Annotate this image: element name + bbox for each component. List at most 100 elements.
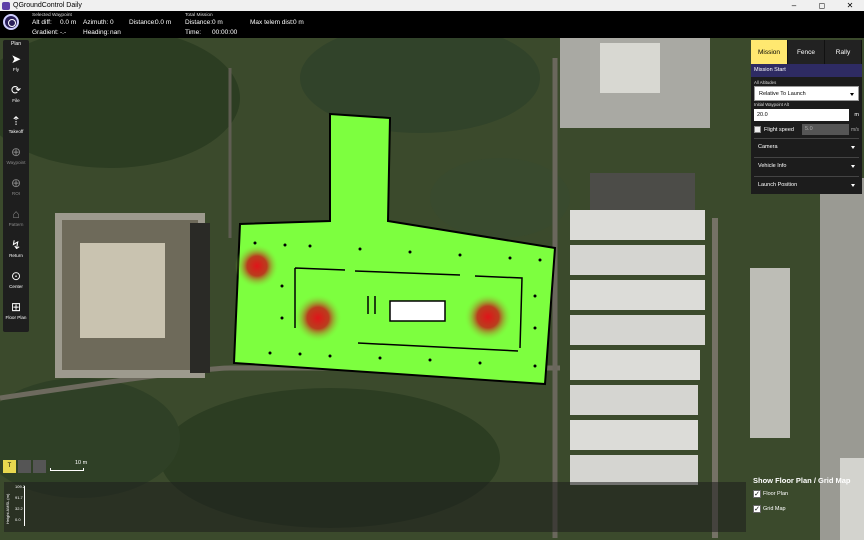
- plus-circle-icon: ⊕: [10, 145, 22, 159]
- tool-waypoint[interactable]: ⊕ Waypoint: [3, 142, 29, 172]
- flight-speed-field[interactable]: 5.0: [802, 124, 849, 135]
- building-left-core: [80, 243, 165, 338]
- toolstrip-header: Plan: [10, 41, 21, 47]
- altitude-tick: 32.2: [15, 506, 23, 511]
- tool-fly[interactable]: ➤ Fly: [3, 49, 29, 79]
- pattern-icon: ⌂: [12, 207, 20, 221]
- tab-mission[interactable]: Mission: [751, 40, 788, 64]
- crosshair-icon: ⊙: [10, 269, 22, 283]
- takeoff-icon: ⇡: [10, 114, 22, 128]
- gradient-label: Gradient:: [32, 29, 59, 36]
- top-toolbar: Selected Waypoint Alt diff: 0.0 m Azimut…: [0, 11, 864, 38]
- floor-plan-option-label: Floor Plan: [763, 491, 789, 497]
- building-top-right-roof: [600, 43, 660, 93]
- building-far-right-lower: [840, 458, 864, 540]
- distance-value: 0.0 m: [155, 19, 172, 26]
- tool-label: Floor Plan: [5, 315, 27, 320]
- tool-roi[interactable]: ⊕ ROI: [3, 173, 29, 203]
- azimuth-label: Azimuth:: [83, 19, 109, 26]
- roi-icon: ⊕: [10, 176, 22, 190]
- map-view[interactable]: [0, 38, 864, 540]
- maximize-button[interactable]: ◻: [808, 0, 836, 11]
- heat-hotspot: [235, 244, 279, 288]
- close-button[interactable]: ✕: [836, 0, 864, 11]
- initial-waypoint-alt-field[interactable]: 20.0: [754, 108, 849, 121]
- time-value: 00:00:00: [212, 29, 238, 36]
- grid-map-option-label: Grid Map: [763, 506, 786, 512]
- return-icon: ↯: [10, 238, 22, 252]
- tool-takeoff[interactable]: ⇡ Takeoff: [3, 111, 29, 141]
- time-label: Time:: [185, 29, 202, 36]
- total-distance-value: 0 m: [212, 19, 223, 26]
- alt-diff-label: Alt diff:: [32, 19, 52, 26]
- azimuth-value: 0: [110, 19, 114, 26]
- qgc-app-icon: [2, 1, 10, 10]
- altitude-graph: Height AMSL (m) 109.2 91.7 32.2 0.0: [4, 482, 746, 532]
- minimize-button[interactable]: –: [780, 0, 808, 11]
- tree-cluster: [430, 158, 570, 238]
- max-telem-label: Max telem dist:: [250, 19, 294, 26]
- tool-label: Fly: [12, 67, 20, 72]
- building-right-edge: [750, 268, 790, 438]
- paper-plane-icon: ➤: [10, 52, 22, 66]
- tool-return[interactable]: ↯ Return: [3, 235, 29, 265]
- tool-label: Pattern: [8, 222, 24, 227]
- zoom-button[interactable]: [33, 460, 46, 473]
- tool-center[interactable]: ⊙ Center: [3, 266, 29, 296]
- qgc-logo-button[interactable]: [3, 14, 19, 30]
- heat-hotspot: [464, 293, 512, 341]
- floor-plan-option[interactable]: ✓ Floor Plan: [753, 490, 788, 498]
- grid-map-checkbox[interactable]: ✓: [753, 505, 761, 513]
- initial-waypoint-alt-label: Initial Waypoint Alt: [754, 102, 789, 107]
- building-shadow: [190, 223, 210, 373]
- selected-waypoint-header: Selected Waypoint: [32, 13, 72, 18]
- tool-label: Center: [9, 284, 23, 289]
- tool-label: File: [12, 98, 20, 103]
- heading-label: Heading:: [83, 29, 110, 36]
- parking-lot: [590, 173, 695, 213]
- mission-start-header[interactable]: Mission Start: [751, 64, 862, 77]
- grid-map-option[interactable]: ✓ Grid Map: [753, 505, 786, 513]
- zoom-button[interactable]: [18, 460, 31, 473]
- tab-rally[interactable]: Rally: [825, 40, 862, 64]
- vehicle-info-section[interactable]: Vehicle Info: [754, 157, 859, 174]
- mission-panel: Mission Fence Rally Mission Start All Al…: [751, 40, 862, 194]
- altitude-tick: 109.2: [15, 484, 26, 489]
- floor-plan-room: [389, 300, 446, 322]
- altitude-tick: 91.7: [15, 495, 23, 500]
- window-title: QGroundControl Daily: [13, 2, 82, 9]
- sync-icon: ⟳: [10, 83, 22, 97]
- altitude-axis-title: Height AMSL (m): [5, 493, 10, 524]
- total-mission-header: Total Mission: [185, 13, 213, 18]
- max-telem-value: 0 m: [293, 19, 304, 26]
- terrain-button[interactable]: T: [3, 460, 16, 473]
- floor-plan-icon: ⊞: [10, 300, 22, 314]
- total-distance-label: Distance:: [185, 19, 213, 26]
- window-title-bar: QGroundControl Daily – ◻ ✕: [0, 0, 864, 11]
- tool-label: Return: [9, 253, 23, 258]
- altitude-axis: [24, 486, 25, 526]
- mission-start-body: All Altitudes Relative To Launch Initial…: [751, 77, 862, 194]
- floor-plan-title: Show Floor Plan / Grid Map: [753, 476, 851, 485]
- alt-diff-value: 0.0 m: [60, 19, 77, 26]
- heading-value: nan: [110, 29, 121, 36]
- launch-position-section[interactable]: Launch Position: [754, 176, 859, 193]
- tool-floor-plan[interactable]: ⊞ Floor Plan: [3, 297, 29, 327]
- tool-file[interactable]: ⟳ File: [3, 80, 29, 110]
- floor-plan-checkbox[interactable]: ✓: [753, 490, 761, 498]
- tool-pattern[interactable]: ⌂ Pattern: [3, 204, 29, 234]
- tab-fence[interactable]: Fence: [788, 40, 825, 64]
- plan-tabs: Mission Fence Rally: [751, 40, 862, 64]
- all-altitudes-label: All Altitudes: [754, 80, 777, 85]
- altitude-tick: 0.0: [15, 517, 21, 522]
- tool-label: ROI: [11, 191, 21, 196]
- heat-hotspot: [294, 294, 342, 342]
- distance-label: Distance:: [129, 19, 157, 26]
- camera-section[interactable]: Camera: [754, 138, 859, 155]
- tool-label: Waypoint: [6, 160, 26, 165]
- tool-label: Takeoff: [8, 129, 24, 134]
- flight-speed-checkbox[interactable]: [754, 126, 761, 133]
- altitude-mode-select[interactable]: Relative To Launch: [754, 86, 859, 101]
- satellite-map: [0, 38, 864, 540]
- flight-speed-label: Flight speed: [764, 126, 794, 133]
